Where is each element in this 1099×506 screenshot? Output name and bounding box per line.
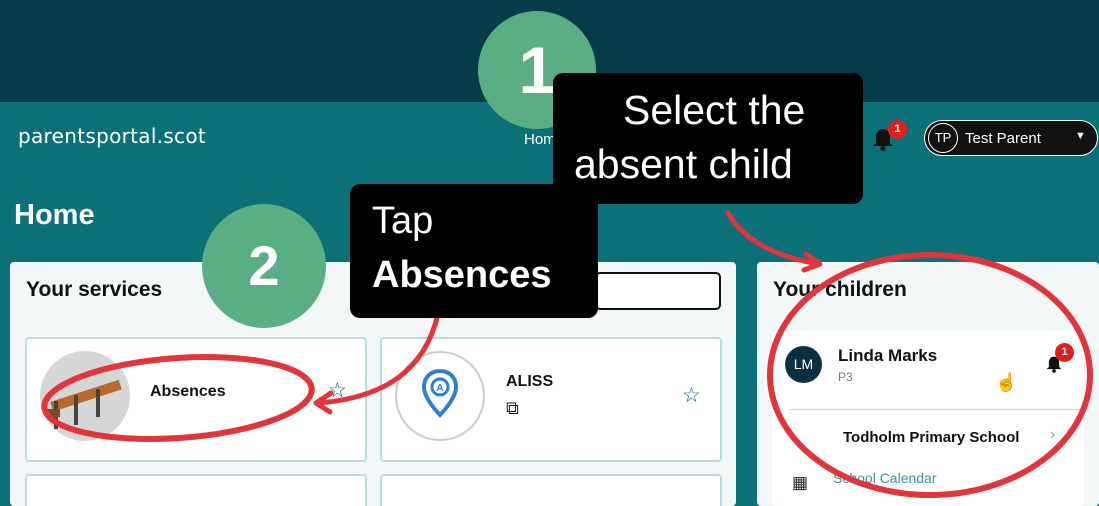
page-title: Home <box>14 199 95 231</box>
child-name[interactable]: Linda Marks <box>838 346 937 366</box>
callout-text: Tap <box>372 200 434 242</box>
services-title: Your services <box>26 278 163 301</box>
location-pin-icon: A <box>395 351 485 441</box>
star-icon[interactable]: ☆ <box>682 383 701 408</box>
svg-text:A: A <box>436 383 443 394</box>
service-card-3[interactable] <box>25 474 367 506</box>
service-card-4[interactable] <box>380 474 722 506</box>
child-notification-badge: 1 <box>1055 343 1074 362</box>
school-name[interactable]: Todholm Primary School <box>843 429 1019 446</box>
callout-text: Absences <box>372 254 552 296</box>
aliss-label: ALISS <box>506 373 554 390</box>
desks-illustration <box>40 351 130 441</box>
tap-absences-callout: Tap Absences <box>350 184 598 318</box>
chevron-down-icon: ▼ <box>1075 130 1086 142</box>
external-link-icon: ⧉ <box>506 398 519 418</box>
select-child-callout: Select the absent child <box>553 73 863 204</box>
school-calendar-link[interactable]: School Calendar <box>833 470 937 486</box>
divider <box>790 409 1080 410</box>
children-title: Your children <box>773 278 907 301</box>
star-icon[interactable]: ☆ <box>328 378 347 403</box>
absences-label: Absences <box>150 383 226 400</box>
pointer-hand-icon: ☝ <box>995 372 1018 392</box>
callout-text: Select the <box>623 87 806 133</box>
child-avatar: LM <box>785 346 822 383</box>
brand-logo[interactable]: parentsportal.scot <box>18 124 206 148</box>
chevron-right-icon[interactable]: › <box>1050 426 1055 444</box>
user-menu-button[interactable]: TP Test Parent ▼ <box>924 120 1098 156</box>
step-2-badge: 2 <box>202 204 326 328</box>
user-avatar: TP <box>928 123 958 153</box>
user-name: Test Parent <box>965 130 1041 147</box>
child-class: P3 <box>838 370 853 384</box>
callout-text: absent child <box>574 141 793 187</box>
calendar-icon: ▦ <box>792 473 809 492</box>
notification-badge: 1 <box>888 120 907 139</box>
services-search-input[interactable] <box>595 272 721 310</box>
